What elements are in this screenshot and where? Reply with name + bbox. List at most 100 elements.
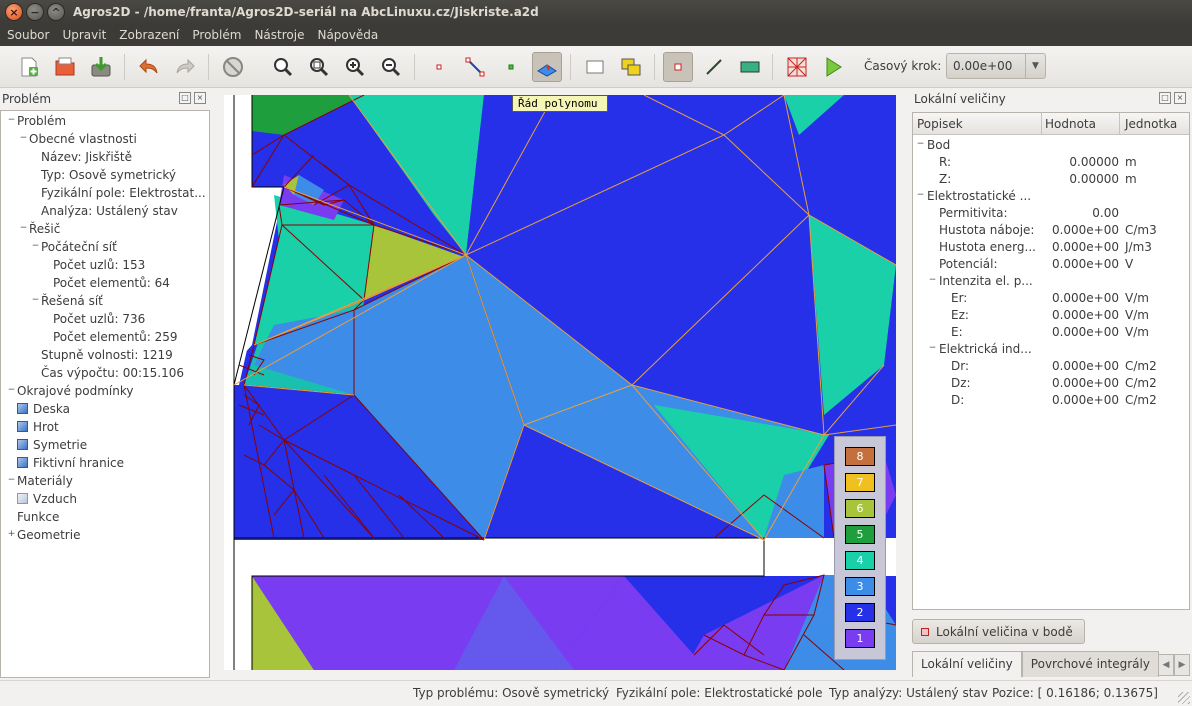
- tree-item[interactable]: Deska: [17, 400, 70, 418]
- collapse-icon[interactable]: −: [19, 224, 28, 234]
- table-row[interactable]: D: 0.000e+00 C/m2: [913, 392, 1189, 409]
- expand-icon[interactable]: +: [7, 530, 16, 540]
- table-row[interactable]: Er: 0.000e+00 V/m: [913, 290, 1189, 307]
- collapse-icon[interactable]: −: [916, 191, 925, 201]
- menu-nastroje[interactable]: Nástroje: [247, 28, 310, 42]
- collapse-icon[interactable]: −: [7, 116, 16, 126]
- menu-problem[interactable]: Problém: [185, 28, 247, 42]
- column-header-unit[interactable]: Jednotka: [1125, 117, 1177, 131]
- tree-item[interactable]: − Počáteční síť: [32, 238, 117, 256]
- tree-item[interactable]: Počet elementů: 64: [53, 274, 170, 292]
- tree-item[interactable]: Hrot: [17, 418, 59, 436]
- tree-item[interactable]: Analýza: Ustálený stav: [41, 202, 178, 220]
- save-icon[interactable]: [86, 52, 116, 82]
- postprocessor-mode-icon[interactable]: [532, 52, 562, 82]
- table-row[interactable]: Dz: 0.000e+00 C/m2: [913, 375, 1189, 392]
- tree-item[interactable]: Název: Jiskřiště: [41, 148, 132, 166]
- collapse-icon[interactable]: −: [928, 344, 937, 354]
- tree-item[interactable]: + Geometrie: [8, 526, 81, 544]
- tree-item[interactable]: Funkce: [17, 508, 59, 526]
- collapse-icon[interactable]: −: [916, 140, 925, 150]
- node-mode-icon[interactable]: [424, 52, 454, 82]
- tree-item[interactable]: Vzduch: [17, 490, 77, 508]
- mesh-icon[interactable]: [782, 52, 812, 82]
- show-labels-icon[interactable]: [735, 52, 765, 82]
- point-icon: [921, 627, 929, 636]
- collapse-icon[interactable]: −: [31, 242, 40, 252]
- table-row[interactable]: Dr: 0.000e+00 C/m2: [913, 358, 1189, 375]
- table-row[interactable]: − Intenzita el. p...: [913, 273, 1189, 290]
- tab-surface-integrals[interactable]: Povrchové integrály: [1021, 651, 1159, 677]
- table-row[interactable]: Ez: 0.000e+00 V/m: [913, 307, 1189, 324]
- table-row[interactable]: − Elektrická ind...: [913, 341, 1189, 358]
- column-header-label[interactable]: Popisek: [917, 117, 963, 131]
- tree-item[interactable]: Symetrie: [17, 436, 87, 454]
- zoom-region-icon[interactable]: [304, 52, 334, 82]
- tree-item[interactable]: − Obecné vlastnosti: [20, 130, 137, 148]
- postprocessor-canvas[interactable]: [224, 95, 896, 670]
- column-header-value[interactable]: Hodnota: [1045, 117, 1096, 131]
- menu-upravit[interactable]: Upravit: [55, 28, 112, 42]
- select-multiple-icon[interactable]: [616, 52, 646, 82]
- tree-item[interactable]: Fyzikální pole: Elektrostat...: [41, 184, 206, 202]
- undock-icon[interactable]: □: [179, 92, 191, 104]
- tree-item-label: Počet uzlů: 736: [53, 312, 146, 326]
- menu-soubor[interactable]: Soubor: [0, 28, 55, 42]
- chevron-right-icon[interactable]: ▶: [1174, 654, 1190, 676]
- show-nodes-icon[interactable]: [663, 52, 693, 82]
- chevron-down-icon[interactable]: ▼: [1025, 54, 1045, 78]
- menu-zobrazeni[interactable]: Zobrazení: [112, 28, 185, 42]
- undo-icon[interactable]: [134, 52, 164, 82]
- minimize-icon[interactable]: −: [26, 3, 44, 21]
- tree-item[interactable]: − Okrajové podmínky: [8, 382, 134, 400]
- close-dock-icon[interactable]: ×: [1174, 92, 1186, 104]
- tree-item[interactable]: Fiktivní hranice: [17, 454, 124, 472]
- tree-item[interactable]: Typ: Osově symetrický: [41, 166, 176, 184]
- zoom-best-fit-icon[interactable]: [268, 52, 298, 82]
- chevron-left-icon[interactable]: ◀: [1158, 654, 1174, 676]
- table-row[interactable]: − Bod: [913, 137, 1189, 154]
- table-row[interactable]: Z: 0.00000 m: [913, 171, 1189, 188]
- redo-icon[interactable]: [170, 52, 200, 82]
- undock-icon[interactable]: □: [1159, 92, 1171, 104]
- collapse-icon[interactable]: −: [31, 296, 40, 306]
- tree-item[interactable]: − Materiály: [8, 472, 73, 490]
- collapse-icon[interactable]: −: [7, 386, 16, 396]
- zoom-out-icon[interactable]: [376, 52, 406, 82]
- collapse-icon[interactable]: −: [19, 134, 28, 144]
- close-dock-icon[interactable]: ×: [194, 92, 206, 104]
- collapse-icon[interactable]: −: [7, 476, 16, 486]
- show-edges-icon[interactable]: [699, 52, 729, 82]
- tree-item[interactable]: Stupně volnosti: 1219: [41, 346, 173, 364]
- close-icon[interactable]: ×: [5, 3, 23, 21]
- table-row[interactable]: Hustota náboje: 0.000e+00 C/m3: [913, 222, 1189, 239]
- tree-item[interactable]: Čas výpočtu: 00:15.106: [41, 364, 184, 382]
- select-region-icon[interactable]: [580, 52, 610, 82]
- new-document-icon[interactable]: [14, 52, 44, 82]
- time-step-select[interactable]: 0.00e+00 ▼: [946, 53, 1046, 79]
- resize-grip-icon[interactable]: [1178, 692, 1190, 704]
- tab-local-values[interactable]: Lokální veličiny: [912, 651, 1022, 677]
- tree-item[interactable]: Počet uzlů: 153: [53, 256, 145, 274]
- solve-run-icon[interactable]: [818, 52, 848, 82]
- menu-napoveda[interactable]: Nápověda: [310, 28, 384, 42]
- zoom-in-icon[interactable]: [340, 52, 370, 82]
- table-row[interactable]: Potenciál: 0.000e+00 V: [913, 256, 1189, 273]
- tree-item[interactable]: − Řešič: [20, 220, 61, 238]
- tree-item[interactable]: Počet uzlů: 736: [53, 310, 145, 328]
- maximize-icon[interactable]: ^: [47, 3, 65, 21]
- collapse-icon[interactable]: −: [928, 276, 937, 286]
- label-mode-icon[interactable]: [496, 52, 526, 82]
- local-value-at-point-button[interactable]: Lokální veličina v bodě: [912, 619, 1085, 644]
- tree-item[interactable]: − Problém: [8, 112, 66, 130]
- table-row[interactable]: Permitivita: 0.00: [913, 205, 1189, 222]
- edge-mode-icon[interactable]: [460, 52, 490, 82]
- stop-icon[interactable]: [218, 52, 248, 82]
- table-row[interactable]: − Elektrostatické ...: [913, 188, 1189, 205]
- table-row[interactable]: Hustota energ... 0.000e+00 J/m3: [913, 239, 1189, 256]
- open-folder-icon[interactable]: [50, 52, 80, 82]
- table-row[interactable]: E: 0.000e+00 V/m: [913, 324, 1189, 341]
- tree-item[interactable]: − Řešená síť: [32, 292, 103, 310]
- table-row[interactable]: R: 0.00000 m: [913, 154, 1189, 171]
- tree-item[interactable]: Počet elementů: 259: [53, 328, 178, 346]
